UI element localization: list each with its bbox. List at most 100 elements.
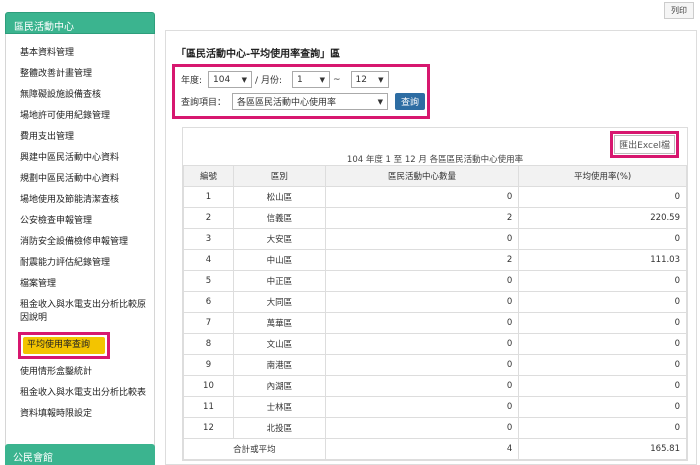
year-label: 年度: [181, 76, 203, 86]
sidebar-header-civic-hall[interactable]: 公民會館 [5, 444, 155, 465]
sidebar-item[interactable]: 場地許可使用紀錄管理 [6, 107, 154, 128]
page-title: 「區民活動中心-平均使用率查詢」區 [176, 49, 341, 60]
sidebar-item-average-usage[interactable]: 平均使用率查詢 [23, 337, 105, 354]
sidebar: 區民活動中心 基本資料管理 整體改善計畫管理 無障礙設施設備查核 場地許可使用紀錄管理… [5, 12, 155, 465]
table-row: 8 文山區 0 0 [183, 333, 687, 355]
cell-no: 10 [183, 375, 234, 397]
table-row: 7 萬華區 0 0 [183, 312, 687, 334]
cell-no: 9 [183, 354, 234, 376]
cell-rate: 0 [518, 186, 687, 208]
sidebar-menu: 基本資料管理 整體改善計畫管理 無障礙設施設備查核 場地許可使用紀錄管理 費用支出管理興… [5, 34, 155, 456]
table-row: 3 大安區 0 0 [183, 228, 687, 250]
cell-no: 11 [183, 396, 234, 418]
cell-district: 松山區 [232, 186, 326, 208]
total-label: 合計或平均 [183, 438, 326, 460]
sidebar-item[interactable]: 規劃中區民活動中心資料 [6, 170, 154, 191]
table-caption: 104 年度 1 至 12 月 各區區民活動中心使用率 [346, 155, 524, 165]
column-header-count: 區民活動中心數量 [324, 165, 520, 187]
table-row: 12 北投區 0 0 [183, 417, 687, 439]
cell-count: 0 [324, 270, 520, 292]
table-row: 4 中山區 2 111.03 [183, 249, 687, 271]
table-row: 2 信義區 2 220.59 [183, 207, 687, 229]
cell-rate: 0 [518, 333, 687, 355]
cell-district: 大安區 [232, 228, 326, 250]
cell-rate: 111.03 [518, 249, 687, 271]
total-rate: 165.81 [518, 438, 687, 460]
year-value: 104 [213, 74, 231, 85]
column-header-district: 區別 [232, 165, 326, 187]
sidebar-item[interactable]: 費用支出管理 [6, 128, 154, 149]
cell-count: 0 [324, 312, 520, 334]
cell-count: 0 [324, 417, 520, 439]
query-form: 年度: 104 ▼ / 月份: 1 ▼ ~ 12 ▼ 查詢項目： 各區區民活動中心使用… [172, 64, 430, 119]
print-button[interactable]: 列印 [664, 2, 694, 19]
cell-rate: 0 [518, 312, 687, 334]
cell-rate: 0 [518, 417, 687, 439]
tilde-label: ~ [332, 74, 341, 85]
cell-count: 0 [324, 186, 520, 208]
sidebar-item[interactable]: 檔案管理 [6, 275, 154, 296]
sidebar-item[interactable]: 基本資料管理 [6, 44, 154, 65]
sidebar-item[interactable]: 消防安全設備檢修申報管理 [6, 233, 154, 254]
month-label: / 月份: [255, 76, 282, 86]
sidebar-item-active-wrap: 平均使用率查詢 [6, 330, 154, 363]
table-row: 1 松山區 0 0 [183, 186, 687, 208]
cell-district: 北投區 [232, 417, 326, 439]
cell-rate: 0 [518, 228, 687, 250]
cell-no: 4 [183, 249, 234, 271]
cell-count: 0 [324, 291, 520, 313]
cell-count: 2 [324, 207, 520, 229]
cell-no: 5 [183, 270, 234, 292]
cell-count: 0 [324, 333, 520, 355]
table-row: 9 南港區 0 0 [183, 354, 687, 376]
sidebar-item[interactable]: 場地使用及節能清潔查核 [6, 191, 154, 212]
chevron-down-icon: ▼ [319, 75, 325, 84]
results-panel: 匯出Excel檔 104 年度 1 至 12 月 各區區民活動中心使用率 編號 … [182, 127, 688, 461]
month-to-select[interactable]: 12 ▼ [350, 71, 389, 88]
active-highlight: 平均使用率查詢 [18, 332, 110, 359]
cell-district: 信義區 [232, 207, 326, 229]
sidebar-item[interactable]: 租金收入與水電支出分析比較原因說明 [6, 296, 154, 330]
sidebar-item[interactable]: 公安檢查申報管理 [6, 212, 154, 233]
table-header-row: 編號 區別 區民活動中心數量 平均使用率(%) [183, 165, 687, 187]
cell-rate: 0 [518, 354, 687, 376]
query-row-date: 年度: 104 ▼ / 月份: 1 ▼ ~ 12 ▼ [181, 71, 392, 88]
cell-no: 3 [183, 228, 234, 250]
table-row: 6 大同區 0 0 [183, 291, 687, 313]
cell-district: 大同區 [232, 291, 326, 313]
month-to-value: 12 [355, 74, 367, 85]
sidebar-item[interactable]: 整體改善計畫管理 [6, 65, 154, 86]
table-row: 11 士林區 0 0 [183, 396, 687, 418]
month-from-select[interactable]: 1 ▼ [291, 71, 330, 88]
chevron-down-icon: ▼ [241, 75, 248, 84]
cell-district: 士林區 [232, 396, 326, 418]
cell-district: 文山區 [232, 333, 326, 355]
sidebar-item[interactable]: 興建中區民活動中心資料 [6, 149, 154, 170]
search-button[interactable]: 查詢 [395, 93, 426, 110]
sidebar-item[interactable]: 資料填報時限設定 [6, 405, 154, 426]
cell-district: 南港區 [232, 354, 326, 376]
cell-no: 6 [183, 291, 234, 313]
sidebar-item[interactable]: 無障礙設施設備查核 [6, 86, 154, 107]
sidebar-item[interactable]: 耐震能力評估紀錄管理 [6, 254, 154, 275]
column-header-no: 編號 [183, 165, 234, 187]
cell-no: 1 [183, 186, 234, 208]
year-select[interactable]: 104 ▼ [208, 71, 253, 88]
table-row: 5 中正區 0 0 [183, 270, 687, 292]
sidebar-item[interactable]: 使用情形盒鑿統計 [6, 363, 154, 384]
cell-no: 7 [183, 312, 234, 334]
sidebar-item[interactable]: 租金收入與水電支出分析比較表 [6, 384, 154, 405]
item-select[interactable]: 各區區民活動中心使用率 ▼ [232, 93, 389, 110]
cell-rate: 0 [518, 291, 687, 313]
usage-table: 編號 區別 區民活動中心數量 平均使用率(%) 1 松山區 0 0 2 信義區 2 220.5… [183, 165, 687, 460]
cell-no: 8 [183, 333, 234, 355]
chevron-down-icon: ▼ [378, 75, 384, 84]
query-row-item: 查詢項目： 各區區民活動中心使用率 ▼ 查詢 [181, 93, 426, 110]
sidebar-header: 區民活動中心 [5, 12, 155, 34]
cell-count: 0 [324, 375, 520, 397]
cell-rate: 0 [518, 270, 687, 292]
cell-rate: 0 [518, 396, 687, 418]
chevron-down-icon: ▼ [377, 97, 384, 106]
table-total-row: 合計或平均 4 165.81 [183, 438, 687, 460]
export-excel-button[interactable]: 匯出Excel檔 [614, 135, 675, 154]
